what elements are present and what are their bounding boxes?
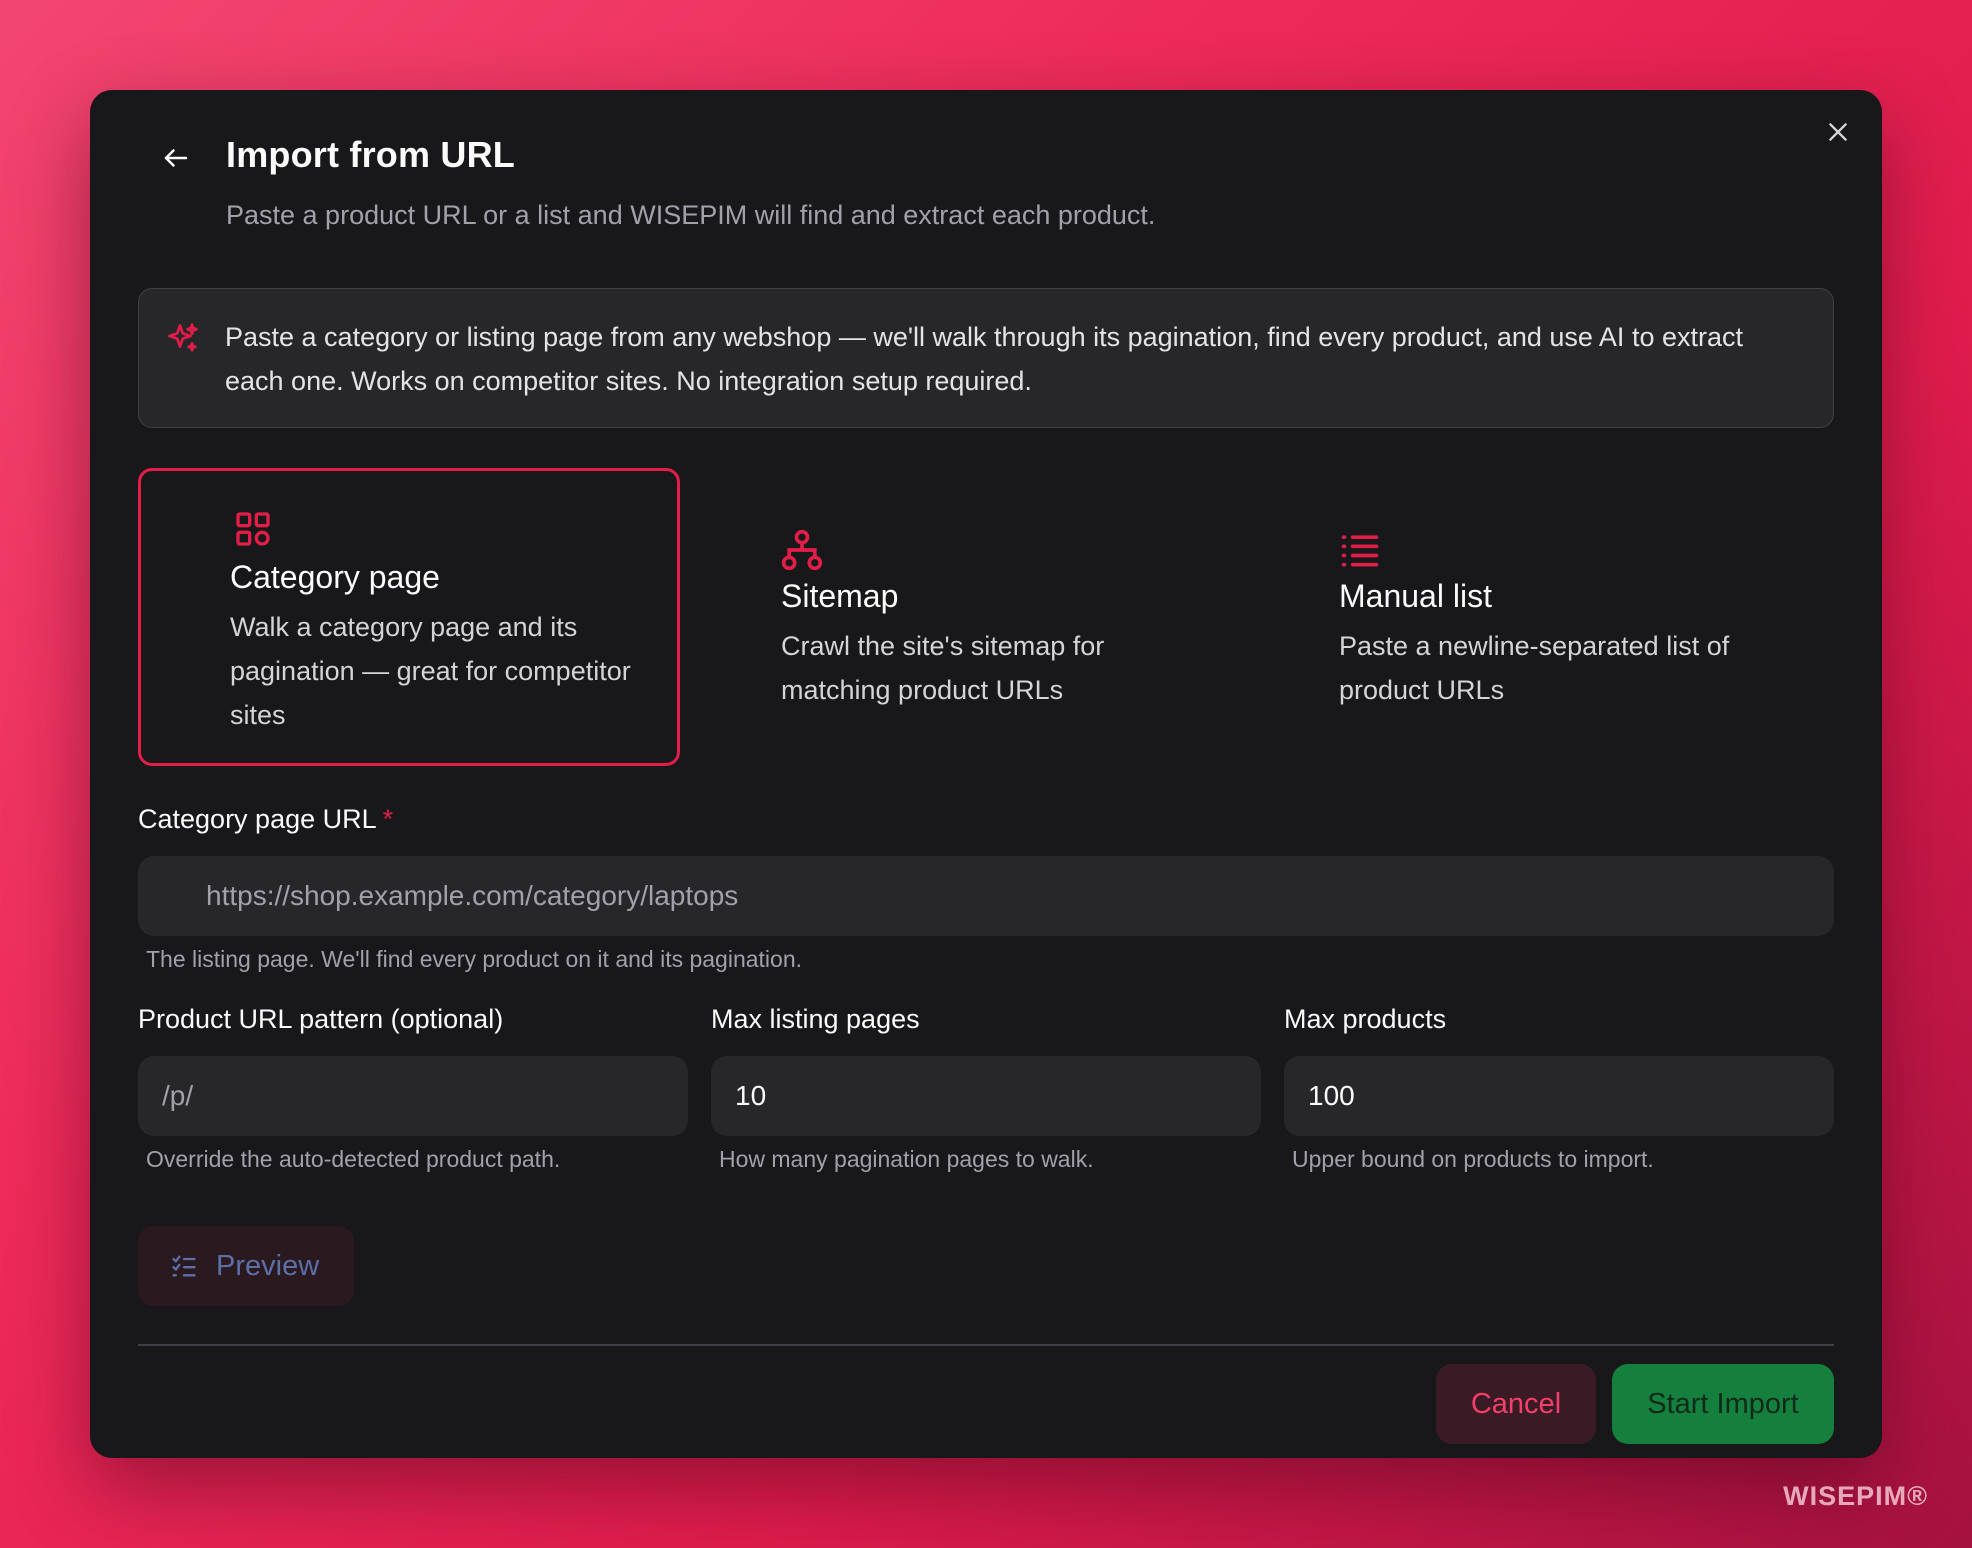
sparkles-icon bbox=[168, 323, 198, 352]
dialog-subtitle: Paste a product URL or a list and WISEPI… bbox=[226, 200, 1156, 230]
sitemap-icon bbox=[781, 529, 823, 571]
list-checks-icon bbox=[172, 1255, 196, 1277]
footer-divider bbox=[138, 1344, 1834, 1346]
option-description: Paste a newline-separated list of produc… bbox=[1339, 631, 1730, 705]
max-pages-input[interactable] bbox=[711, 1056, 1261, 1136]
option-description: Crawl the site's sitemap for matching pr… bbox=[781, 631, 1105, 705]
close-icon bbox=[1829, 123, 1847, 141]
back-button[interactable] bbox=[150, 132, 202, 184]
option-manual-list[interactable]: Manual list Paste a newline-separated li… bbox=[1254, 468, 1796, 766]
max-products-input[interactable] bbox=[1284, 1056, 1834, 1136]
arrow-left-icon bbox=[164, 149, 188, 167]
option-title: Category page bbox=[230, 559, 440, 595]
start-import-button[interactable]: Start Import bbox=[1612, 1364, 1834, 1444]
pattern-label: Product URL pattern (optional) bbox=[138, 1004, 504, 1034]
cancel-button[interactable]: Cancel bbox=[1436, 1364, 1596, 1444]
info-text: Paste a category or listing page from an… bbox=[225, 322, 1743, 396]
url-hint: The listing page. We'll find every produ… bbox=[146, 946, 803, 972]
import-dialog: Import from URL Paste a product URL or a… bbox=[90, 90, 1882, 1458]
required-mark: * bbox=[382, 804, 394, 834]
category-url-input[interactable] bbox=[138, 856, 1834, 936]
option-sitemap[interactable]: Sitemap Crawl the site's sitemap for mat… bbox=[696, 468, 1238, 766]
url-pattern-input[interactable] bbox=[138, 1056, 688, 1136]
brand-watermark: WISEPIM® bbox=[1783, 1481, 1928, 1511]
option-title: Manual list bbox=[1339, 578, 1492, 614]
max-products-label: Max products bbox=[1284, 1004, 1447, 1034]
option-description: Walk a category page and its pagination … bbox=[230, 612, 631, 730]
option-title: Sitemap bbox=[781, 578, 899, 614]
close-button[interactable] bbox=[1818, 112, 1858, 152]
pattern-hint: Override the auto-detected product path. bbox=[146, 1146, 561, 1172]
max-pages-label: Max listing pages bbox=[711, 1004, 920, 1034]
dialog-title: Import from URL bbox=[226, 134, 515, 175]
max-products-hint: Upper bound on products to import. bbox=[1292, 1146, 1654, 1172]
option-category-page[interactable]: Category page Walk a category page and i… bbox=[138, 468, 680, 766]
info-banner: Paste a category or listing page from an… bbox=[138, 288, 1834, 428]
preview-button[interactable]: Preview bbox=[138, 1226, 354, 1306]
max-pages-hint: How many pagination pages to walk. bbox=[719, 1146, 1094, 1172]
preview-label: Preview bbox=[216, 1249, 320, 1282]
list-icon bbox=[1341, 535, 1379, 567]
url-label: Category page URL * bbox=[138, 804, 394, 834]
grid-icon bbox=[236, 512, 270, 546]
